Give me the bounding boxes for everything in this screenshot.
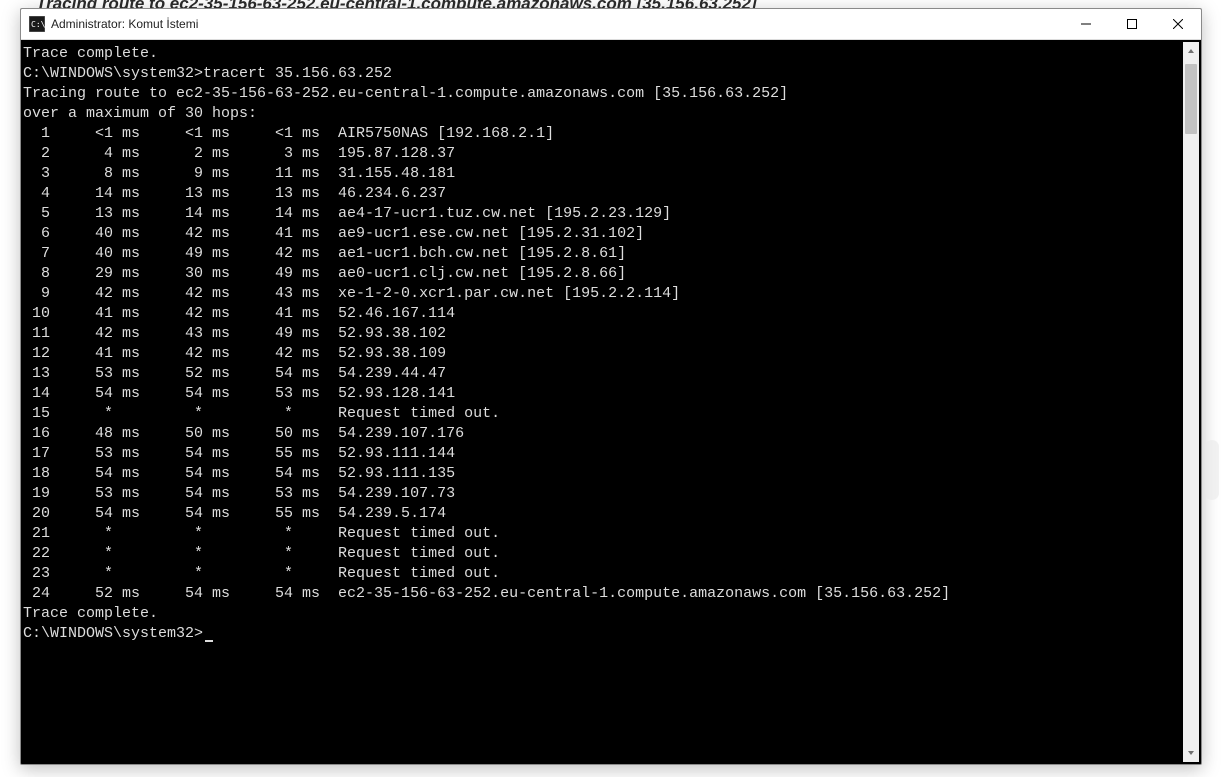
terminal-line: over a maximum of 30 hops: [23,104,1181,124]
scrollbar-up-button[interactable] [1183,42,1199,60]
terminal-line: C:\WINDOWS\system32>tracert 35.156.63.25… [23,64,1181,84]
terminal-line: 5 13 ms 14 ms 14 ms ae4-17-ucr1.tuz.cw.n… [23,204,1181,224]
maximize-button[interactable] [1109,9,1155,39]
terminal-line: 13 53 ms 52 ms 54 ms 54.239.44.47 [23,364,1181,384]
terminal-line: 4 14 ms 13 ms 13 ms 46.234.6.237 [23,184,1181,204]
terminal-line: Trace complete. [23,604,1181,624]
terminal-line: 11 42 ms 43 ms 49 ms 52.93.38.102 [23,324,1181,344]
terminal-line: 16 48 ms 50 ms 50 ms 54.239.107.176 [23,424,1181,444]
scrollbar-track[interactable] [1183,60,1199,744]
terminal-line: 2 4 ms 2 ms 3 ms 195.87.128.37 [23,144,1181,164]
close-button[interactable] [1155,9,1201,39]
scrollbar-thumb[interactable] [1185,64,1197,134]
terminal-line: C:\WINDOWS\system32> [23,624,1181,644]
page-scroll-hint [1205,440,1219,500]
terminal-line: 14 54 ms 54 ms 53 ms 52.93.128.141 [23,384,1181,404]
terminal-line: 21 * * * Request timed out. [23,524,1181,544]
terminal-line: 1 <1 ms <1 ms <1 ms AIR5750NAS [192.168.… [23,124,1181,144]
terminal-line: 10 41 ms 42 ms 41 ms 52.46.167.114 [23,304,1181,324]
terminal-line: 7 40 ms 49 ms 42 ms ae1-ucr1.bch.cw.net … [23,244,1181,264]
cmd-icon: C:\ [29,16,45,32]
terminal-line: 18 54 ms 54 ms 54 ms 52.93.111.135 [23,464,1181,484]
cmd-window: C:\ Administrator: Komut İstemi Trace co… [20,8,1202,765]
titlebar[interactable]: C:\ Administrator: Komut İstemi [21,9,1201,40]
terminal-line: 22 * * * Request timed out. [23,544,1181,564]
minimize-button[interactable] [1063,9,1109,39]
terminal-line: Trace complete. [23,44,1181,64]
terminal-line: 19 53 ms 54 ms 53 ms 54.239.107.73 [23,484,1181,504]
svg-text:C:\: C:\ [31,20,45,29]
terminal-line: Tracing route to ec2-35-156-63-252.eu-ce… [23,84,1181,104]
terminal-line: 24 52 ms 54 ms 54 ms ec2-35-156-63-252.e… [23,584,1181,604]
terminal-line: 9 42 ms 42 ms 43 ms xe-1-2-0.xcr1.par.cw… [23,284,1181,304]
terminal-line: 8 29 ms 30 ms 49 ms ae0-ucr1.clj.cw.net … [23,264,1181,284]
terminal-line: 17 53 ms 54 ms 55 ms 52.93.111.144 [23,444,1181,464]
terminal-line: 12 41 ms 42 ms 42 ms 52.93.38.109 [23,344,1181,364]
terminal-line: 15 * * * Request timed out. [23,404,1181,424]
terminal-line: 20 54 ms 54 ms 55 ms 54.239.5.174 [23,504,1181,524]
scrollbar-down-button[interactable] [1183,744,1199,762]
terminal-line: 23 * * * Request timed out. [23,564,1181,584]
terminal-line: 6 40 ms 42 ms 41 ms ae9-ucr1.ese.cw.net … [23,224,1181,244]
vertical-scrollbar[interactable] [1183,42,1199,762]
terminal-output[interactable]: Trace complete.C:\WINDOWS\system32>trace… [21,40,1183,764]
terminal-line: 3 8 ms 9 ms 11 ms 31.155.48.181 [23,164,1181,184]
window-title: Administrator: Komut İstemi [51,17,198,31]
text-cursor [205,624,213,642]
client-area: Trace complete.C:\WINDOWS\system32>trace… [21,40,1201,764]
